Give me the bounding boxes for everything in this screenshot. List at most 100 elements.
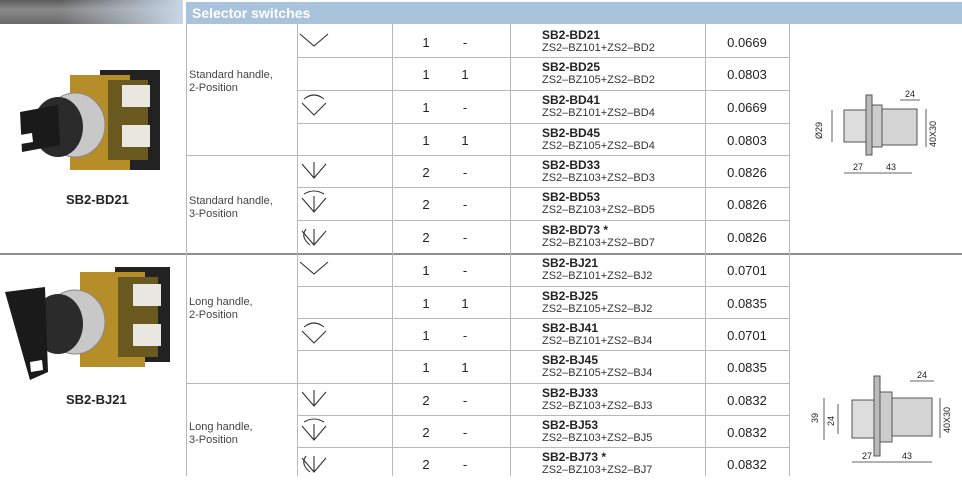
- component-parts: ZS2–BZ103+ZS2–BD7: [542, 237, 655, 249]
- nc-contacts: -: [462, 393, 468, 408]
- row-divider: [297, 447, 789, 448]
- component-parts: ZS2–BZ105+ZS2–BJ2: [542, 303, 653, 315]
- weight-value: 0.0701: [727, 328, 767, 343]
- nc-contacts: -: [462, 457, 468, 472]
- operator-symbol-arc-3pos-left: [301, 228, 327, 246]
- dimension-drawing-long: 39 24 24 40X30 27 43: [810, 370, 952, 463]
- operator-symbol-arc-2pos: [301, 322, 327, 344]
- operator-symbol-arc-3pos: [301, 418, 327, 441]
- svg-text:40X30: 40X30: [928, 121, 938, 147]
- component-parts: ZS2–BZ103+ZS2–BJ3: [542, 400, 653, 412]
- nc-contacts: -: [462, 197, 468, 212]
- svg-text:24: 24: [917, 370, 927, 380]
- product-label: SB2-BJ21: [66, 392, 127, 407]
- model-number: SB2-BJ21: [542, 256, 599, 270]
- column-divider: [789, 24, 790, 476]
- nc-contacts: -: [462, 35, 468, 50]
- model-number: SB2-BD41: [542, 93, 601, 107]
- nc-contacts: 1: [461, 67, 469, 82]
- row-divider: [0, 253, 962, 255]
- nc-contacts: -: [462, 100, 468, 115]
- operator-symbol-arc-3pos: [301, 190, 327, 213]
- component-parts: ZS2–BZ105+ZS2–BD4: [542, 140, 655, 152]
- component-parts: ZS2–BZ105+ZS2–BJ4: [542, 367, 653, 379]
- row-divider: [297, 415, 789, 416]
- model-number: SB2-BJ41: [542, 321, 599, 335]
- weight-value: 0.0835: [727, 360, 767, 375]
- weight-value: 0.0803: [727, 67, 767, 82]
- weight-value: 0.0701: [727, 263, 767, 278]
- weight-value: 0.0832: [727, 393, 767, 408]
- model-number: SB2-BD53: [542, 190, 601, 204]
- model-number: SB2-BJ33: [542, 386, 599, 400]
- component-parts: ZS2–BZ101+ZS2–BJ4: [542, 335, 653, 347]
- nc-contacts: -: [462, 263, 468, 278]
- component-parts: ZS2–BZ103+ZS2–BJ7: [542, 464, 653, 476]
- group-description: Standard handle, 3-Position: [189, 195, 273, 220]
- svg-text:Ø29: Ø29: [814, 122, 824, 139]
- weight-value: 0.0826: [727, 230, 767, 245]
- group-description: Long handle, 3-Position: [189, 421, 253, 446]
- model-number: SB2-BJ53: [542, 418, 599, 432]
- row-divider: [297, 220, 789, 221]
- component-parts: ZS2–BZ103+ZS2–BJ5: [542, 432, 653, 444]
- weight-value: 0.0826: [727, 197, 767, 212]
- component-parts: ZS2–BZ105+ZS2–BD2: [542, 74, 655, 86]
- component-parts: ZS2–BZ101+ZS2–BD2: [542, 42, 655, 54]
- component-parts: ZS2–BZ103+ZS2–BD3: [542, 172, 655, 184]
- weight-value: 0.0669: [727, 35, 767, 50]
- component-parts: ZS2–BZ101+ZS2–BJ2: [542, 270, 653, 282]
- column-divider: [705, 24, 706, 476]
- nc-contacts: -: [462, 165, 468, 180]
- nc-contacts: -: [462, 425, 468, 440]
- row-divider: [297, 90, 789, 91]
- group-description: Standard handle, 2-Position: [189, 69, 273, 94]
- row-divider: [297, 318, 789, 319]
- model-number: SB2-BJ73 *: [542, 450, 607, 464]
- column-divider: [510, 24, 511, 476]
- weight-value: 0.0832: [727, 457, 767, 472]
- nc-contacts: 1: [461, 360, 469, 375]
- operator-symbol-arc-2pos: [301, 94, 327, 116]
- svg-text:27: 27: [862, 451, 872, 461]
- operator-symbol-v-2pos: [299, 33, 329, 47]
- svg-text:43: 43: [902, 451, 912, 461]
- weight-value: 0.0835: [727, 296, 767, 311]
- svg-text:43: 43: [886, 162, 896, 172]
- model-number: SB2-BD25: [542, 60, 601, 74]
- row-divider: [297, 187, 789, 188]
- model-number: SB2-BD73 *: [542, 223, 609, 237]
- model-number: SB2-BD45: [542, 126, 601, 140]
- nc-contacts: 1: [461, 133, 469, 148]
- product-label: SB2-BD21: [66, 192, 129, 207]
- model-number: SB2-BD33: [542, 158, 601, 172]
- svg-text:27: 27: [853, 162, 863, 172]
- row-divider: [297, 286, 789, 287]
- weight-value: 0.0669: [727, 100, 767, 115]
- column-divider: [186, 24, 187, 476]
- row-divider: [297, 57, 789, 58]
- row-divider: [297, 123, 789, 124]
- title-bar-decoration: [0, 0, 183, 24]
- dimension-drawing-standard: Ø29 24 40X30 27 43: [814, 89, 938, 174]
- group-divider: [186, 383, 789, 384]
- model-number: SB2-BD21: [542, 28, 601, 42]
- section-header: Selector switches: [186, 2, 962, 24]
- operator-symbol-v-3pos: [301, 162, 327, 179]
- svg-text:24: 24: [905, 89, 915, 99]
- model-number: SB2-BJ25: [542, 289, 599, 303]
- column-divider: [392, 24, 393, 476]
- nc-contacts: -: [462, 328, 468, 343]
- weight-value: 0.0826: [727, 165, 767, 180]
- weight-value: 0.0803: [727, 133, 767, 148]
- svg-text:40X30: 40X30: [942, 407, 952, 433]
- operator-symbol-v-2pos: [299, 261, 329, 275]
- nc-contacts: 1: [461, 296, 469, 311]
- group-description: Long handle, 2-Position: [189, 296, 253, 321]
- component-parts: ZS2–BZ103+ZS2–BD5: [542, 204, 655, 216]
- operator-symbol-v-3pos: [301, 390, 327, 407]
- svg-text:39: 39: [810, 413, 820, 423]
- row-divider: [297, 350, 789, 351]
- svg-text:24: 24: [826, 416, 836, 426]
- product-image-sb2-bj21: [5, 267, 170, 380]
